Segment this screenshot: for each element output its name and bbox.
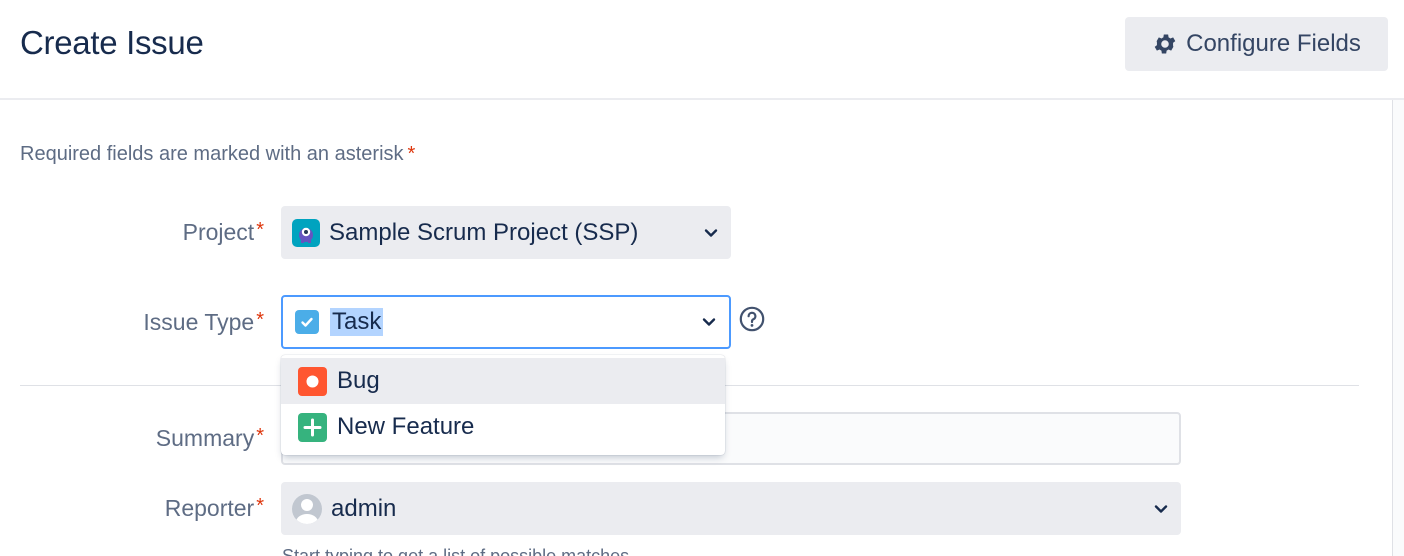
- bug-icon: [298, 366, 327, 396]
- chevron-down-icon: [1154, 504, 1168, 513]
- issue-type-label: Issue Type *: [143, 309, 264, 335]
- reporter-value: admin: [331, 494, 397, 522]
- chevron-down-icon: [702, 318, 716, 326]
- task-icon: [295, 310, 319, 334]
- option-label: New Feature: [337, 413, 475, 440]
- reporter-select[interactable]: admin: [281, 482, 1181, 535]
- option-bug[interactable]: Bug: [281, 358, 725, 404]
- configure-fields-label: Configure Fields: [1186, 30, 1361, 57]
- new-feature-icon: [298, 412, 327, 442]
- reporter-helper-text: Start typing to get a list of possible m…: [282, 546, 635, 556]
- issue-type-select[interactable]: Task: [281, 295, 731, 349]
- configure-fields-button[interactable]: Configure Fields: [1125, 17, 1388, 71]
- project-avatar-icon: [292, 218, 320, 247]
- project-label: Project *: [182, 219, 264, 245]
- issue-type-dropdown: Bug New Feature: [281, 355, 725, 455]
- create-issue-dialog: Create Issue Configure Fields Required f…: [0, 0, 1404, 556]
- avatar: [292, 493, 322, 524]
- scrollbar[interactable]: [1392, 100, 1404, 556]
- gear-icon: [1154, 34, 1176, 54]
- option-new-feature[interactable]: New Feature: [281, 404, 725, 450]
- option-label: Bug: [337, 367, 380, 394]
- project-select[interactable]: Sample Scrum Project (SSP): [281, 206, 731, 259]
- required-asterisk: *: [407, 143, 416, 165]
- page-title: Create Issue: [20, 24, 204, 61]
- summary-label: Summary *: [155, 425, 264, 451]
- required-hint: Required fields are marked with an aster…: [20, 143, 416, 165]
- dialog-header: Create Issue Configure Fields: [0, 0, 1404, 100]
- help-icon[interactable]: [739, 306, 765, 332]
- project-value: Sample Scrum Project (SSP): [329, 218, 639, 246]
- chevron-down-icon: [704, 228, 718, 237]
- reporter-label: Reporter *: [164, 495, 264, 521]
- issue-type-value: Task: [330, 308, 384, 336]
